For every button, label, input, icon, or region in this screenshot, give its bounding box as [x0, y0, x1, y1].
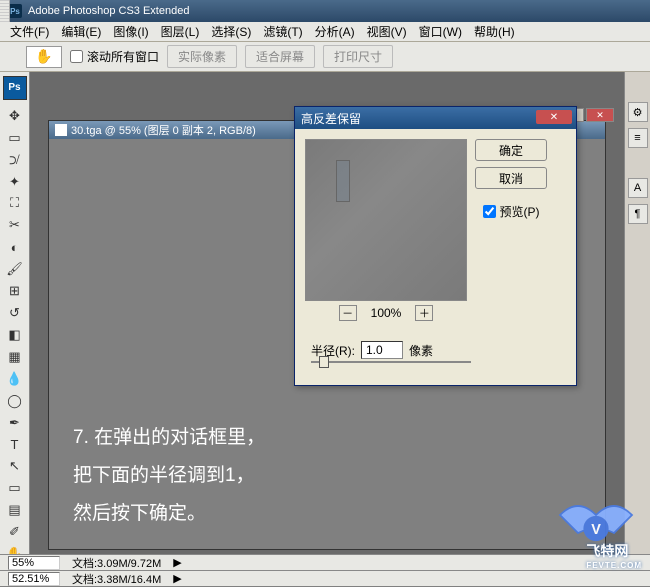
- scroll-all-label: 滚动所有窗口: [87, 48, 159, 65]
- dialog-body: － 100% ＋ 确定 取消 预览(P): [295, 129, 576, 331]
- annotation-line1: 7. 在弹出的对话框里，: [73, 419, 265, 457]
- options-grip[interactable]: [0, 0, 10, 22]
- bg-close-button[interactable]: ✕: [586, 108, 614, 122]
- menu-file[interactable]: 文件(F): [4, 21, 55, 42]
- panel-icon-2[interactable]: ≡: [628, 128, 648, 148]
- scroll-all-input[interactable]: [70, 50, 83, 63]
- heal-tool[interactable]: ◐: [4, 237, 26, 257]
- dialog-titlebar[interactable]: 高反差保留 ✕: [295, 107, 576, 129]
- svg-text:V: V: [591, 522, 601, 538]
- panel-icon-1[interactable]: ⚙: [628, 102, 648, 122]
- menu-select[interactable]: 选择(S): [205, 21, 257, 42]
- notes-tool[interactable]: ▤: [4, 500, 26, 520]
- brush-tool[interactable]: 🖌: [4, 259, 26, 279]
- scroll-all-checkbox[interactable]: 滚动所有窗口: [70, 48, 159, 65]
- menu-help[interactable]: 帮助(H): [468, 21, 521, 42]
- eraser-tool[interactable]: ◧: [4, 325, 26, 345]
- status-arrow-1[interactable]: ▶: [173, 556, 181, 569]
- slice-tool[interactable]: ✂: [4, 215, 26, 235]
- panel-icon-3[interactable]: A: [628, 178, 648, 198]
- stamp-tool[interactable]: ⊞: [4, 281, 26, 301]
- zoom-field-2[interactable]: 52.51%: [8, 572, 60, 586]
- actual-pixels-button[interactable]: 实际像素: [167, 45, 237, 68]
- zoom-field-1[interactable]: 55%: [8, 556, 60, 570]
- radius-input[interactable]: [361, 341, 403, 359]
- ps-badge[interactable]: Ps: [3, 76, 27, 100]
- panel-icon-4[interactable]: ¶: [628, 204, 648, 224]
- pen-tool[interactable]: ✒: [4, 413, 26, 433]
- slider-thumb[interactable]: [319, 356, 329, 368]
- zoom-level: 100%: [371, 306, 402, 320]
- dialog-preview[interactable]: [305, 139, 467, 301]
- cancel-button[interactable]: 取消: [475, 167, 547, 189]
- history-brush-tool[interactable]: ↺: [4, 303, 26, 323]
- dialog-buttons: 确定 取消 预览(P): [475, 139, 547, 321]
- zoom-controls: － 100% ＋: [305, 305, 467, 321]
- doc-size-2: 文档:3.38M/16.4M: [72, 571, 161, 587]
- preview-image: [306, 140, 466, 300]
- document-title: 30.tga @ 55% (图层 0 副本 2, RGB/8): [71, 122, 256, 138]
- radius-slider[interactable]: [295, 361, 576, 373]
- watermark-text: 飞特网 FEVTE.COM: [586, 541, 642, 570]
- toolbox: Ps ✥ ▭ ⟉ ✦ ⛶ ✂ ◐ 🖌 ⊞ ↺ ◧ ▦ 💧 ◯ ✒ T ↖ ▭ ▤…: [0, 72, 30, 586]
- radius-label: 半径(R):: [311, 342, 355, 359]
- options-bar: ✋ 滚动所有窗口 实际像素 适合屏幕 打印尺寸: [0, 42, 650, 72]
- menu-analysis[interactable]: 分析(A): [309, 21, 361, 42]
- fit-screen-button[interactable]: 适合屏幕: [245, 45, 315, 68]
- path-tool[interactable]: ↖: [4, 456, 26, 476]
- menu-view[interactable]: 视图(V): [361, 21, 413, 42]
- hand-icon: ✋: [35, 48, 52, 65]
- move-tool[interactable]: ✥: [4, 106, 26, 126]
- app-title: Adobe Photoshop CS3 Extended: [28, 5, 189, 17]
- radius-row: 半径(R): 像素: [295, 331, 576, 361]
- ps-logo-icon: Ps: [8, 4, 22, 18]
- menu-window[interactable]: 窗口(W): [413, 21, 468, 42]
- document-icon: [55, 124, 67, 136]
- menu-filter[interactable]: 滤镜(T): [257, 21, 308, 42]
- tool-preset-picker[interactable]: ✋: [26, 46, 62, 68]
- annotation-line2: 把下面的半径调到1，: [73, 457, 265, 495]
- type-tool[interactable]: T: [4, 435, 26, 455]
- high-pass-dialog: 高反差保留 ✕ － 100% ＋ 确定 取消 预览(P) 半径(R): 像素: [294, 106, 577, 386]
- preview-check-input[interactable]: [483, 205, 496, 218]
- gradient-tool[interactable]: ▦: [4, 347, 26, 367]
- radius-unit: 像素: [409, 342, 433, 359]
- status-arrow-2[interactable]: ▶: [173, 572, 181, 585]
- crop-tool[interactable]: ⛶: [4, 194, 26, 214]
- lasso-tool[interactable]: ⟉: [4, 150, 26, 170]
- menu-layer[interactable]: 图层(L): [155, 21, 206, 42]
- slider-track: [311, 361, 471, 363]
- dodge-tool[interactable]: ◯: [4, 391, 26, 411]
- preview-checkbox[interactable]: 预览(P): [483, 203, 540, 220]
- blur-tool[interactable]: 💧: [4, 369, 26, 389]
- menu-image[interactable]: 图像(I): [107, 21, 154, 42]
- annotation-line3: 然后按下确定。: [73, 495, 265, 533]
- dialog-close-button[interactable]: ✕: [536, 110, 572, 124]
- watermark-url: FEVTE.COM: [586, 561, 642, 570]
- annotation-text: 7. 在弹出的对话框里， 把下面的半径调到1， 然后按下确定。: [73, 419, 265, 533]
- statusbar-outer: 52.51% 文档:3.38M/16.4M ▶: [0, 570, 650, 586]
- zoom-out-button[interactable]: －: [339, 305, 357, 321]
- wand-tool[interactable]: ✦: [4, 172, 26, 192]
- zoom-in-button[interactable]: ＋: [415, 305, 433, 321]
- menu-edit[interactable]: 编辑(E): [55, 21, 107, 42]
- print-size-button[interactable]: 打印尺寸: [323, 45, 393, 68]
- menubar: 文件(F) 编辑(E) 图像(I) 图层(L) 选择(S) 滤镜(T) 分析(A…: [0, 22, 650, 42]
- app-titlebar: Ps Adobe Photoshop CS3 Extended: [0, 0, 650, 22]
- preview-label: 预览(P): [500, 203, 540, 220]
- eyedropper-tool[interactable]: ✐: [4, 522, 26, 542]
- dialog-title: 高反差保留: [301, 110, 361, 127]
- doc-size-1: 文档:3.09M/9.72M: [72, 555, 161, 571]
- marquee-tool[interactable]: ▭: [4, 128, 26, 148]
- shape-tool[interactable]: ▭: [4, 478, 26, 498]
- ok-button[interactable]: 确定: [475, 139, 547, 161]
